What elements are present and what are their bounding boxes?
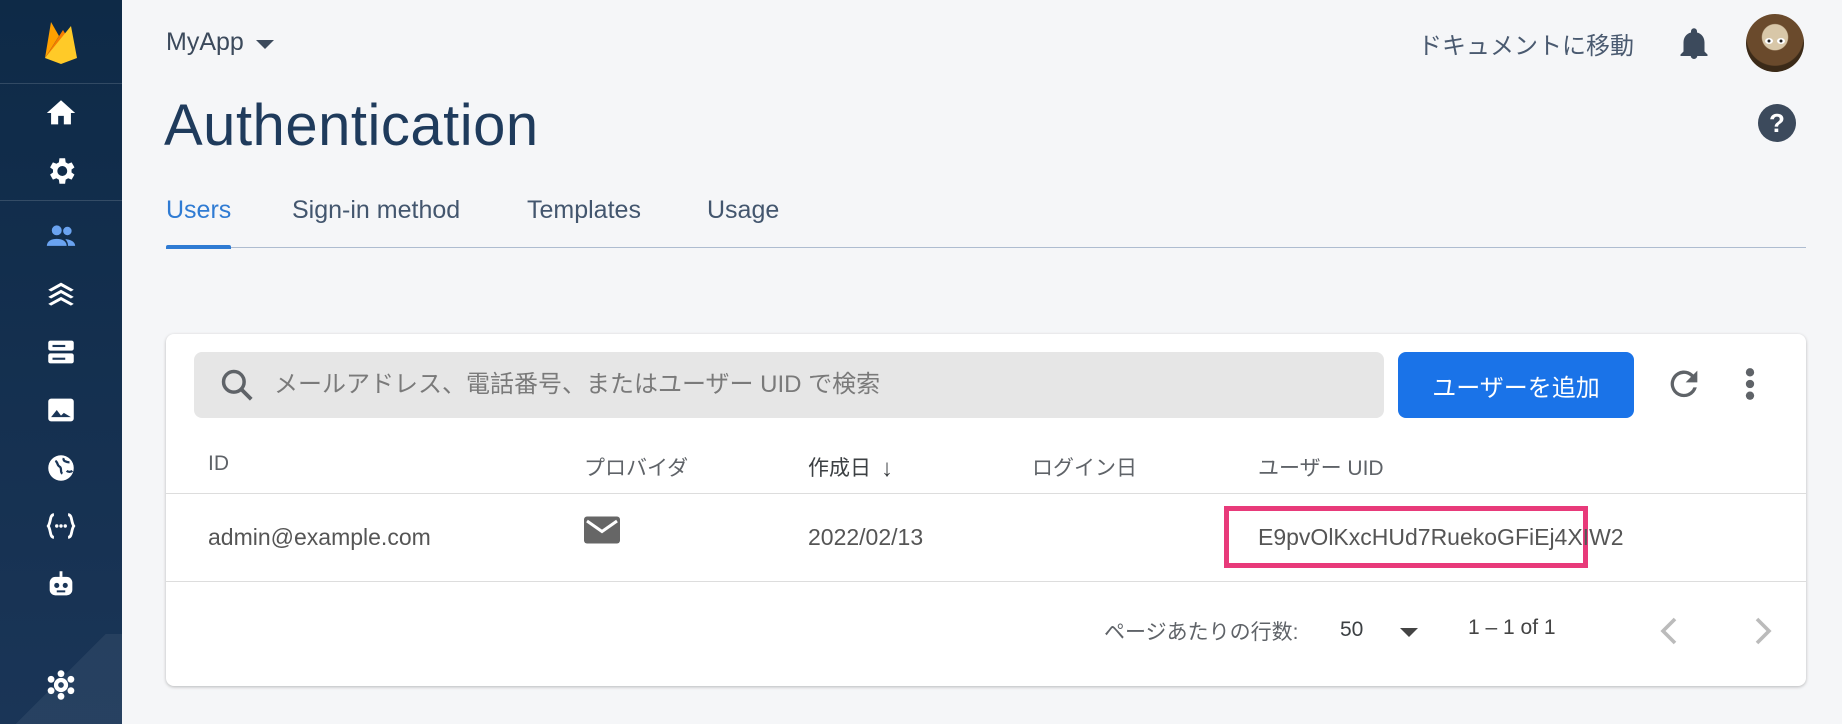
sidebar-group-top	[0, 84, 122, 201]
settings-icon[interactable]	[0, 142, 122, 200]
chevron-right-icon[interactable]	[1750, 616, 1776, 646]
hosting-icon[interactable]	[0, 439, 122, 497]
sidebar	[0, 0, 122, 724]
sidebar-corner-decoration	[0, 634, 122, 724]
page-title: Authentication	[164, 93, 539, 158]
table-row[interactable]: admin@example.com 2022/02/13 E9pvOlKxcHU…	[166, 494, 1806, 582]
tab-users[interactable]: Users	[166, 196, 232, 249]
column-header-uid[interactable]: ユーザー UID	[1258, 452, 1384, 482]
firebase-flame-icon	[45, 21, 77, 64]
ml-robot-icon[interactable]	[0, 555, 122, 613]
functions-icon[interactable]	[0, 497, 122, 555]
column-header-provider[interactable]: プロバイダ	[584, 452, 688, 482]
search-bar[interactable]	[194, 352, 1384, 418]
tab-bar: Users Sign-in method Templates Usage	[166, 196, 1806, 249]
arrow-down-icon: ↓	[881, 455, 893, 483]
bell-icon[interactable]	[1676, 24, 1712, 64]
project-name: MyApp	[166, 28, 244, 56]
tab-usage[interactable]: Usage	[707, 196, 779, 248]
add-user-button[interactable]: ユーザーを追加	[1398, 352, 1634, 418]
users-icon[interactable]	[0, 207, 122, 265]
tab-templates[interactable]: Templates	[527, 196, 641, 248]
search-icon	[221, 369, 253, 401]
table-header: ID プロバイダ 作成日 ↓ ログイン日 ユーザー UID	[166, 434, 1806, 494]
chevron-down-icon[interactable]	[1400, 628, 1418, 637]
column-header-created-label: 作成日	[808, 457, 871, 480]
extensions-icon[interactable]	[0, 265, 122, 323]
sidebar-group-build	[0, 201, 122, 613]
chevron-down-icon	[255, 39, 274, 49]
chevron-left-icon[interactable]	[1656, 616, 1682, 646]
help-icon[interactable]: ?	[1758, 104, 1796, 142]
project-selector[interactable]: MyApp	[166, 28, 274, 57]
rows-per-page-label: ページあたりの行数:	[1104, 621, 1299, 644]
cell-id: admin@example.com	[208, 524, 431, 550]
mail-icon	[584, 516, 620, 544]
column-header-id[interactable]: ID	[208, 452, 229, 476]
cell-uid[interactable]: E9pvOlKxcHUd7RuekoGFiEj4XIW2	[1258, 524, 1624, 551]
avatar[interactable]	[1746, 14, 1804, 72]
tab-sign-in-method[interactable]: Sign-in method	[292, 196, 460, 248]
users-table-card: ユーザーを追加 ID プロバイダ 作成日 ↓ ログイン日 ユーザー UID adm…	[166, 334, 1806, 686]
storage-icon[interactable]	[0, 381, 122, 439]
pagination: ページあたりの行数: 50 1 – 1 of 1	[166, 582, 1806, 686]
pagination-range: 1 – 1 of 1	[1468, 616, 1556, 639]
docs-link[interactable]: ドキュメントに移動	[1418, 26, 1634, 61]
search-input[interactable]	[274, 371, 1274, 399]
more-vert-icon[interactable]	[1738, 364, 1762, 404]
refresh-icon[interactable]	[1664, 364, 1704, 404]
column-header-created[interactable]: 作成日 ↓	[808, 452, 893, 483]
firebase-logo[interactable]	[0, 0, 122, 84]
avatar-face	[1765, 38, 1785, 44]
database-icon[interactable]	[0, 323, 122, 381]
column-header-login[interactable]: ログイン日	[1032, 452, 1137, 482]
home-icon[interactable]	[0, 84, 122, 142]
rows-per-page-select[interactable]: 50	[1340, 618, 1363, 642]
cell-created: 2022/02/13	[808, 524, 924, 550]
